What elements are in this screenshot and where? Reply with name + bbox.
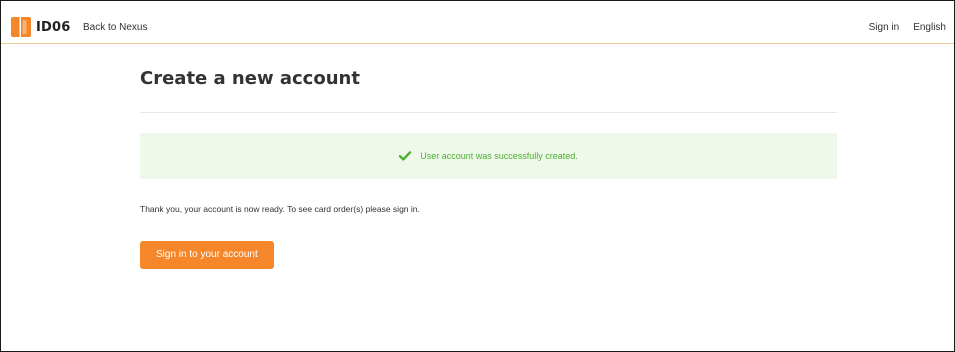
logo-text: ID06 [36,19,71,35]
sign-in-link[interactable]: Sign in [869,22,900,33]
divider [140,112,837,113]
checkmark-icon [399,151,412,161]
account-ready-text: Thank you, your account is now ready. To… [140,204,420,214]
header-right-nav: Sign in English [869,22,946,33]
top-navbar: ID06 Back to Nexus Sign in English [1,1,954,44]
page-title: Create a new account [140,68,360,89]
id06-logo-icon [11,17,31,37]
logo[interactable]: ID06 [11,17,71,37]
language-selector[interactable]: English [913,22,946,33]
sign-in-to-account-button[interactable]: Sign in to your account [140,241,274,269]
success-message: User account was successfully created. [420,151,578,161]
back-to-nexus-link[interactable]: Back to Nexus [83,22,147,33]
main-content: Create a new account User account was su… [140,44,837,269]
success-alert: User account was successfully created. [140,133,837,179]
